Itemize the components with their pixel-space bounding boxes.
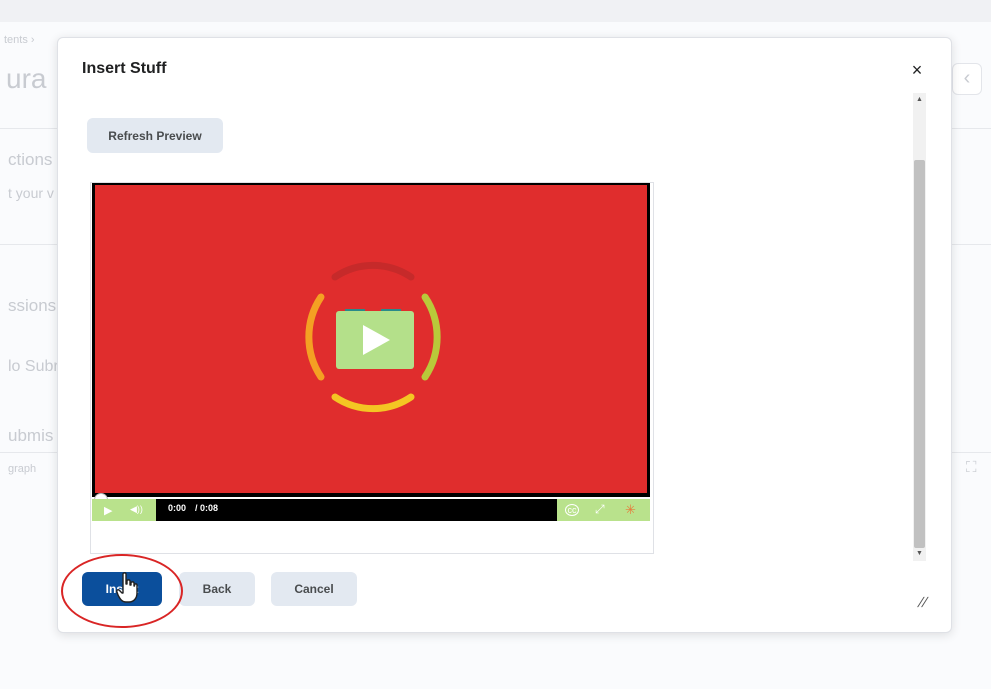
- video-controls: ▶ ◀)) 0:00 / 0:08 cc ⤢ ✳: [92, 499, 650, 521]
- fullscreen-icon[interactable]: ⛶: [966, 459, 977, 476]
- video-preview: ▶ ◀)) 0:00 / 0:08 cc ⤢ ✳: [90, 182, 654, 554]
- controls-left: ▶ ◀)): [92, 499, 156, 521]
- scroll-down-arrow-icon[interactable]: ▼: [913, 547, 926, 561]
- refresh-preview-button[interactable]: Refresh Preview: [87, 118, 223, 153]
- editor-format-dropdown[interactable]: graph: [8, 463, 36, 475]
- scroll-up-arrow-icon[interactable]: ▲: [913, 93, 926, 107]
- video-frame-display[interactable]: [95, 185, 647, 493]
- insert-stuff-dialog: Insert Stuff × ▲ ▼ Refresh Preview ▶ ◀))…: [57, 37, 952, 633]
- instructions-text: t your v: [8, 185, 54, 201]
- duration: / 0:08: [195, 503, 219, 513]
- dialog-title: Insert Stuff: [82, 60, 167, 77]
- fullscreen-icon[interactable]: ⤢: [595, 502, 605, 517]
- close-icon[interactable]: ×: [907, 60, 927, 80]
- back-button[interactable]: Back: [179, 572, 255, 606]
- controls-right: cc ⤢ ✳: [557, 499, 650, 521]
- submit-heading: ubmis: [8, 426, 54, 445]
- scrollbar-thumb[interactable]: [914, 160, 925, 548]
- closed-captions-icon[interactable]: cc: [565, 504, 579, 516]
- hand-cursor-icon: [116, 572, 138, 603]
- kaltura-logo-icon[interactable]: ✳: [625, 502, 636, 518]
- submissions-heading: ssions: [8, 296, 57, 315]
- cancel-button[interactable]: Cancel: [271, 572, 357, 606]
- instructions-heading: ctions: [8, 150, 53, 169]
- current-time: 0:00: [168, 503, 187, 513]
- video-player[interactable]: [92, 183, 650, 497]
- previous-nav-button[interactable]: ‹: [952, 63, 982, 95]
- no-submissions-text: lo Subr: [8, 358, 59, 375]
- video-logo-play-icon[interactable]: [95, 185, 647, 493]
- breadcrumb[interactable]: tents ›: [4, 34, 35, 46]
- resize-handle-icon[interactable]: //: [916, 594, 930, 610]
- page-title: ura: [6, 63, 47, 94]
- volume-icon[interactable]: ◀)): [130, 504, 143, 515]
- browser-topbar: [0, 0, 991, 22]
- dialog-scrollbar[interactable]: ▲ ▼: [913, 93, 926, 561]
- play-icon[interactable]: ▶: [104, 504, 112, 517]
